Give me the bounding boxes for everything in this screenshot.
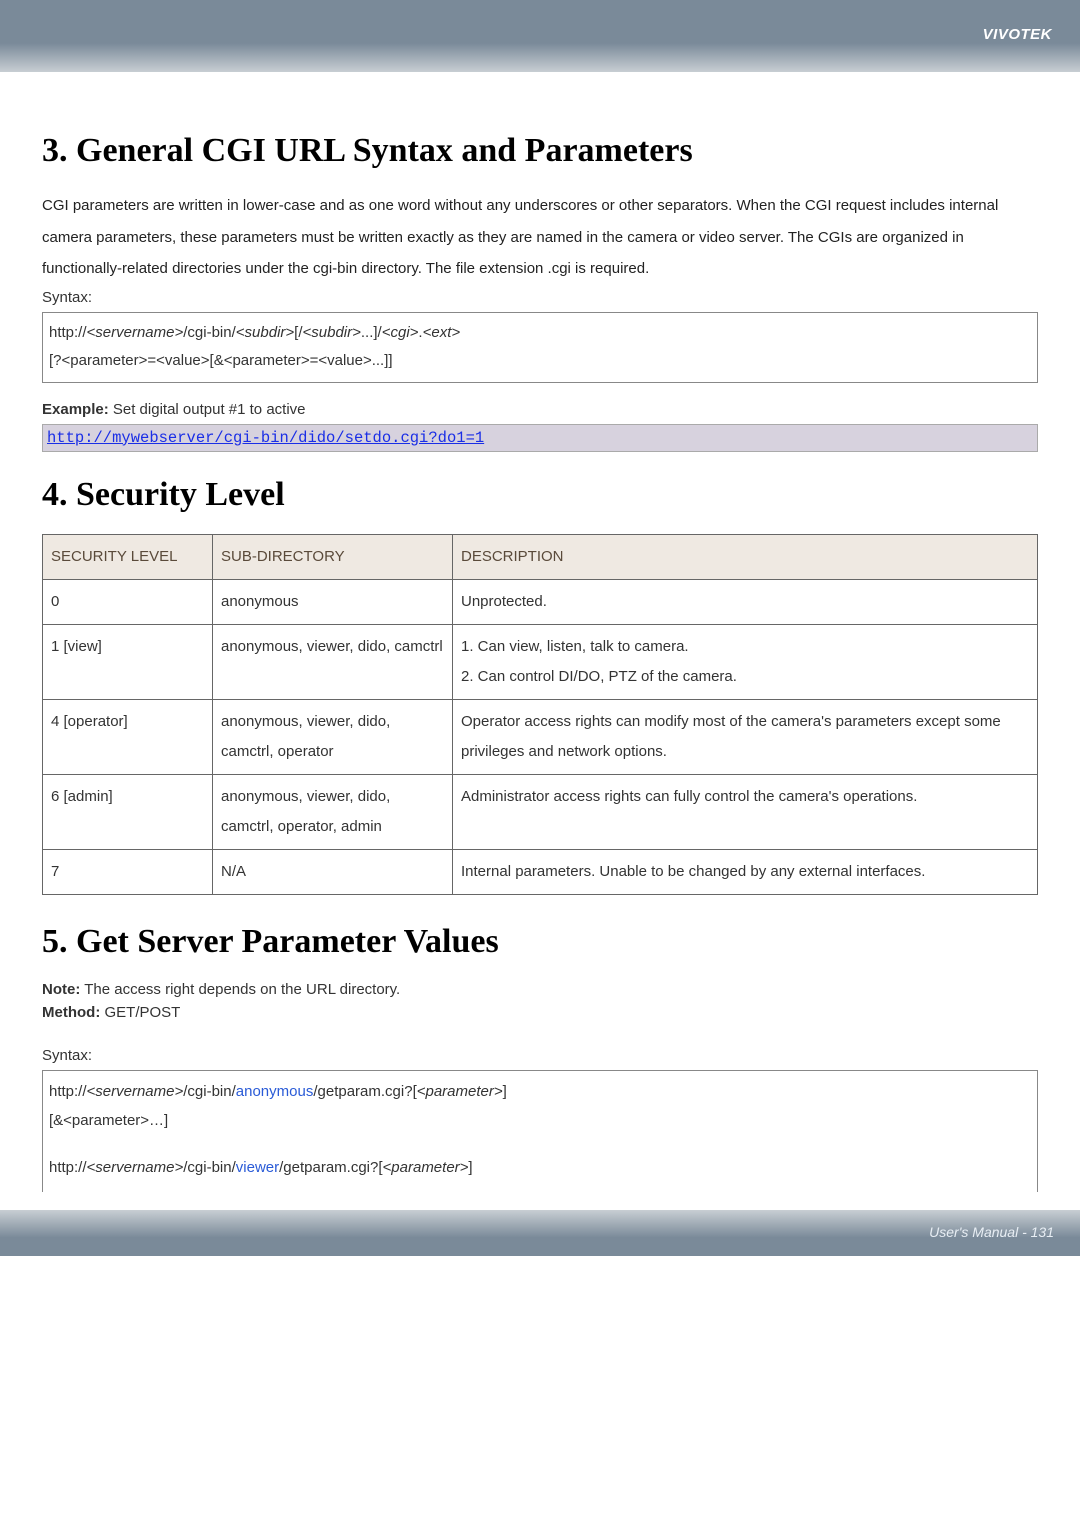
cell-level: 7 <box>43 849 213 894</box>
cell-subdir: N/A <box>213 849 453 894</box>
cell-subdir: anonymous, viewer, dido, camctrl, operat… <box>213 774 453 849</box>
section5-method: Method: GET/POST <box>42 1004 1038 1021</box>
s5l1-blue: anonymous <box>236 1083 314 1100</box>
section5-note: Note: The access right depends on the UR… <box>42 981 1038 998</box>
section3-intro: CGI parameters are written in lower-case… <box>42 190 1038 285</box>
syntax-line-2: [?<parameter>=<value>[&<parameter>=<valu… <box>49 347 1031 376</box>
cell-subdir: anonymous <box>213 579 453 624</box>
cell-level: 4 [operator] <box>43 699 213 774</box>
th-subdir: SUB-DIRECTORY <box>213 534 453 579</box>
footer-text: User's Manual - 131 <box>929 1224 1054 1240</box>
syntax-cgibin: /cgi-bin/ <box>183 324 236 341</box>
table-row: 0anonymousUnprotected. <box>43 579 1038 624</box>
cell-desc: Unprotected. <box>453 579 1038 624</box>
method-text: GET/POST <box>100 1004 180 1021</box>
syntax5-line3: http://<servername>/cgi-bin/viewer/getpa… <box>49 1153 1031 1182</box>
cell-level: 1 [view] <box>43 624 213 699</box>
cell-desc: Internal parameters. Unable to be change… <box>453 849 1038 894</box>
syntax-line-1: http://<servername>/cgi-bin/<subdir>[/<s… <box>49 319 1031 348</box>
table-row: 7N/AInternal parameters. Unable to be ch… <box>43 849 1038 894</box>
syntax-subdir1: <subdir> <box>236 324 294 341</box>
cell-level: 0 <box>43 579 213 624</box>
section4-title: 4. Security Level <box>42 476 1038 514</box>
s5l3-post: /getparam.cgi?[ <box>279 1159 382 1176</box>
syntax-mid3: ...]/ <box>361 324 382 341</box>
section5-title: 5. Get Server Parameter Values <box>42 923 1038 961</box>
th-desc: DESCRIPTION <box>453 534 1038 579</box>
note-text: The access right depends on the URL dire… <box>80 981 400 998</box>
s5l3-param: <parameter> <box>383 1159 469 1176</box>
example-text: Set digital output #1 to active <box>109 401 306 418</box>
syntax-cgi: <cgi> <box>382 324 419 341</box>
example-bold: Example: <box>42 401 109 418</box>
s5l3-mid: /cgi-bin/ <box>183 1159 236 1176</box>
syntax-http: http:// <box>49 324 87 341</box>
security-table: SECURITY LEVEL SUB-DIRECTORY DESCRIPTION… <box>42 534 1038 895</box>
cell-desc: 1. Can view, listen, talk to camera. 2. … <box>453 624 1038 699</box>
table-row: 4 [operator]anonymous, viewer, dido, cam… <box>43 699 1038 774</box>
page-content: 3. General CGI URL Syntax and Parameters… <box>0 72 1080 1202</box>
cell-level: 6 [admin] <box>43 774 213 849</box>
section3-syntax-label: Syntax: <box>42 289 1038 306</box>
s5l1-srv: <servername> <box>87 1083 184 1100</box>
s5l3-blue: viewer <box>236 1159 279 1176</box>
syntax-ext: <ext> <box>423 324 461 341</box>
syntax-subdir2: <subdir> <box>303 324 361 341</box>
cell-desc: Administrator access rights can fully co… <box>453 774 1038 849</box>
section3-title: 3. General CGI URL Syntax and Parameters <box>42 132 1038 170</box>
cell-desc: Operator access rights can modify most o… <box>453 699 1038 774</box>
table-row: 6 [admin]anonymous, viewer, dido, camctr… <box>43 774 1038 849</box>
s5l3-srv: <servername> <box>87 1159 184 1176</box>
syntax5-line2: [&<parameter>…] <box>49 1106 1031 1135</box>
footer-band: User's Manual - 131 <box>0 1210 1080 1256</box>
syntax-servername: <servername> <box>87 324 184 341</box>
th-level: SECURITY LEVEL <box>43 534 213 579</box>
table-header-row: SECURITY LEVEL SUB-DIRECTORY DESCRIPTION <box>43 534 1038 579</box>
example-label: Example: Set digital output #1 to active <box>42 401 1038 418</box>
method-bold: Method: <box>42 1004 100 1021</box>
s5l1-post: /getparam.cgi?[ <box>313 1083 416 1100</box>
section5-syntax-box: http://<servername>/cgi-bin/anonymous/ge… <box>42 1070 1038 1193</box>
s5l3-pre: http:// <box>49 1159 87 1176</box>
s5l1-pre: http:// <box>49 1083 87 1100</box>
s5l3-end: ] <box>468 1159 472 1176</box>
s5l1-mid: /cgi-bin/ <box>183 1083 236 1100</box>
example-url-link[interactable]: http://mywebserver/cgi-bin/dido/setdo.cg… <box>47 429 484 447</box>
section5-syntax-label: Syntax: <box>42 1047 1038 1064</box>
table-row: 1 [view]anonymous, viewer, dido, camctrl… <box>43 624 1038 699</box>
syntax5-line1: http://<servername>/cgi-bin/anonymous/ge… <box>49 1077 1031 1106</box>
s5l1-param: <parameter> <box>417 1083 503 1100</box>
example-url-bar: http://mywebserver/cgi-bin/dido/setdo.cg… <box>42 424 1038 452</box>
header-band: VIVOTEK <box>0 0 1080 72</box>
section3-syntax-box: http://<servername>/cgi-bin/<subdir>[/<s… <box>42 312 1038 383</box>
note-bold: Note: <box>42 981 80 998</box>
syntax-open: [/ <box>294 324 302 341</box>
cell-subdir: anonymous, viewer, dido, camctrl <box>213 624 453 699</box>
syntax5-gap <box>49 1135 1031 1153</box>
brand-label: VIVOTEK <box>983 26 1052 43</box>
cell-subdir: anonymous, viewer, dido, camctrl, operat… <box>213 699 453 774</box>
s5l1-end: ] <box>503 1083 507 1100</box>
